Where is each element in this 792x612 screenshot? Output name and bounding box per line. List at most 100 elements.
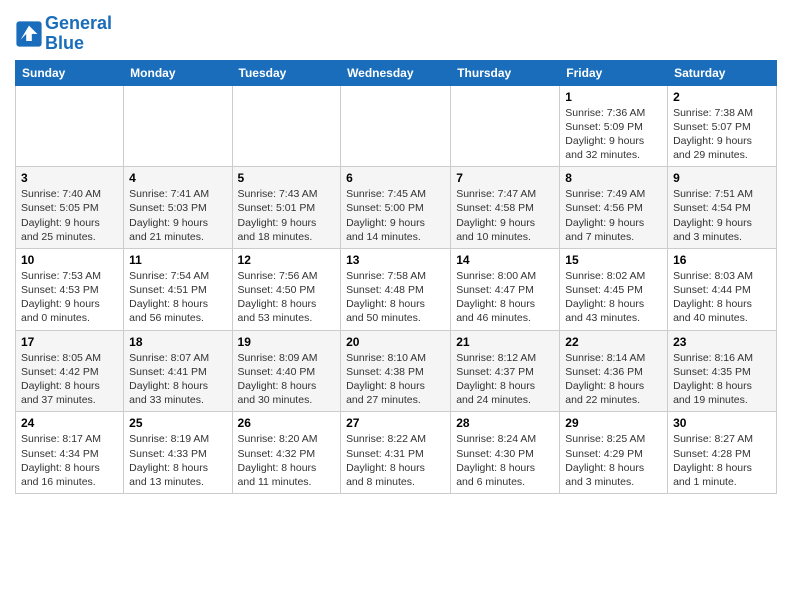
day-number: 4 [129,171,226,185]
weekday-header: Tuesday [232,60,341,85]
weekday-header: Monday [124,60,232,85]
weekday-header: Sunday [16,60,124,85]
day-number: 6 [346,171,445,185]
calendar-week-row: 1 Sunrise: 7:36 AM Sunset: 5:09 PM Daylig… [16,85,777,167]
day-info: Sunrise: 8:19 AM Sunset: 4:33 PM Dayligh… [129,432,226,489]
day-info: Sunrise: 7:43 AM Sunset: 5:01 PM Dayligh… [238,187,336,244]
day-number: 27 [346,416,445,430]
calendar-cell: 3 Sunrise: 7:40 AM Sunset: 5:05 PM Daylig… [16,167,124,249]
weekday-header: Friday [560,60,668,85]
day-number: 23 [673,335,771,349]
calendar-cell: 25 Sunrise: 8:19 AM Sunset: 4:33 PM Dayli… [124,412,232,494]
day-number: 13 [346,253,445,267]
calendar-cell: 18 Sunrise: 8:07 AM Sunset: 4:41 PM Dayli… [124,330,232,412]
logo-text: General Blue [45,14,112,54]
day-number: 16 [673,253,771,267]
day-info: Sunrise: 7:53 AM Sunset: 4:53 PM Dayligh… [21,269,118,326]
day-number: 2 [673,90,771,104]
day-number: 12 [238,253,336,267]
calendar-cell: 10 Sunrise: 7:53 AM Sunset: 4:53 PM Dayli… [16,248,124,330]
day-info: Sunrise: 7:38 AM Sunset: 5:07 PM Dayligh… [673,106,771,163]
day-number: 8 [565,171,662,185]
calendar-cell: 27 Sunrise: 8:22 AM Sunset: 4:31 PM Dayli… [341,412,451,494]
day-info: Sunrise: 8:16 AM Sunset: 4:35 PM Dayligh… [673,351,771,408]
day-info: Sunrise: 8:07 AM Sunset: 4:41 PM Dayligh… [129,351,226,408]
day-number: 9 [673,171,771,185]
calendar-table: SundayMondayTuesdayWednesdayThursdayFrid… [15,60,777,494]
day-info: Sunrise: 7:54 AM Sunset: 4:51 PM Dayligh… [129,269,226,326]
day-number: 19 [238,335,336,349]
calendar-cell: 16 Sunrise: 8:03 AM Sunset: 4:44 PM Dayli… [668,248,777,330]
day-number: 1 [565,90,662,104]
logo: General Blue [15,14,112,54]
day-info: Sunrise: 7:49 AM Sunset: 4:56 PM Dayligh… [565,187,662,244]
logo-icon [15,20,43,48]
day-info: Sunrise: 7:58 AM Sunset: 4:48 PM Dayligh… [346,269,445,326]
day-info: Sunrise: 8:02 AM Sunset: 4:45 PM Dayligh… [565,269,662,326]
day-info: Sunrise: 8:17 AM Sunset: 4:34 PM Dayligh… [21,432,118,489]
calendar-cell: 5Sunrise: 7:43 AM Sunset: 5:01 PM Daylig… [232,167,341,249]
calendar-cell: 7Sunrise: 7:47 AM Sunset: 4:58 PM Daylig… [451,167,560,249]
weekday-header: Saturday [668,60,777,85]
day-info: Sunrise: 8:05 AM Sunset: 4:42 PM Dayligh… [21,351,118,408]
calendar-week-row: 10 Sunrise: 7:53 AM Sunset: 4:53 PM Dayli… [16,248,777,330]
calendar-cell: 21 Sunrise: 8:12 AM Sunset: 4:37 PM Dayli… [451,330,560,412]
calendar-cell: 11Sunrise: 7:54 AM Sunset: 4:51 PM Dayli… [124,248,232,330]
day-number: 17 [21,335,118,349]
calendar-cell: 4 Sunrise: 7:41 AM Sunset: 5:03 PM Daylig… [124,167,232,249]
day-number: 29 [565,416,662,430]
calendar-week-row: 3 Sunrise: 7:40 AM Sunset: 5:05 PM Daylig… [16,167,777,249]
calendar-cell: 8 Sunrise: 7:49 AM Sunset: 4:56 PM Daylig… [560,167,668,249]
day-number: 18 [129,335,226,349]
day-number: 22 [565,335,662,349]
calendar-cell: 26 Sunrise: 8:20 AM Sunset: 4:32 PM Dayli… [232,412,341,494]
day-info: Sunrise: 7:36 AM Sunset: 5:09 PM Dayligh… [565,106,662,163]
day-number: 10 [21,253,118,267]
calendar-cell: 23 Sunrise: 8:16 AM Sunset: 4:35 PM Dayli… [668,330,777,412]
day-number: 26 [238,416,336,430]
day-number: 24 [21,416,118,430]
calendar-cell: 29 Sunrise: 8:25 AM Sunset: 4:29 PM Dayli… [560,412,668,494]
calendar-cell [451,85,560,167]
calendar-cell [16,85,124,167]
day-number: 3 [21,171,118,185]
day-info: Sunrise: 8:03 AM Sunset: 4:44 PM Dayligh… [673,269,771,326]
day-info: Sunrise: 8:22 AM Sunset: 4:31 PM Dayligh… [346,432,445,489]
day-info: Sunrise: 8:10 AM Sunset: 4:38 PM Dayligh… [346,351,445,408]
calendar-cell: 28 Sunrise: 8:24 AM Sunset: 4:30 PM Dayli… [451,412,560,494]
calendar-cell: 13 Sunrise: 7:58 AM Sunset: 4:48 PM Dayli… [341,248,451,330]
day-number: 20 [346,335,445,349]
calendar-cell: 24 Sunrise: 8:17 AM Sunset: 4:34 PM Dayli… [16,412,124,494]
calendar-week-row: 24 Sunrise: 8:17 AM Sunset: 4:34 PM Dayli… [16,412,777,494]
day-info: Sunrise: 8:24 AM Sunset: 4:30 PM Dayligh… [456,432,554,489]
calendar-cell: 1 Sunrise: 7:36 AM Sunset: 5:09 PM Daylig… [560,85,668,167]
calendar-header-row: SundayMondayTuesdayWednesdayThursdayFrid… [16,60,777,85]
day-info: Sunrise: 7:40 AM Sunset: 5:05 PM Dayligh… [21,187,118,244]
day-info: Sunrise: 8:14 AM Sunset: 4:36 PM Dayligh… [565,351,662,408]
weekday-header: Wednesday [341,60,451,85]
calendar-cell [124,85,232,167]
calendar-cell: 30Sunrise: 8:27 AM Sunset: 4:28 PM Dayli… [668,412,777,494]
day-number: 15 [565,253,662,267]
day-info: Sunrise: 7:51 AM Sunset: 4:54 PM Dayligh… [673,187,771,244]
day-number: 25 [129,416,226,430]
day-info: Sunrise: 8:20 AM Sunset: 4:32 PM Dayligh… [238,432,336,489]
calendar-cell: 9 Sunrise: 7:51 AM Sunset: 4:54 PM Daylig… [668,167,777,249]
calendar-cell [341,85,451,167]
weekday-header: Thursday [451,60,560,85]
calendar-cell: 6Sunrise: 7:45 AM Sunset: 5:00 PM Daylig… [341,167,451,249]
day-info: Sunrise: 8:09 AM Sunset: 4:40 PM Dayligh… [238,351,336,408]
calendar-cell: 15 Sunrise: 8:02 AM Sunset: 4:45 PM Dayli… [560,248,668,330]
day-info: Sunrise: 8:25 AM Sunset: 4:29 PM Dayligh… [565,432,662,489]
calendar-cell: 17 Sunrise: 8:05 AM Sunset: 4:42 PM Dayli… [16,330,124,412]
calendar-cell: 20 Sunrise: 8:10 AM Sunset: 4:38 PM Dayli… [341,330,451,412]
day-number: 28 [456,416,554,430]
day-number: 30 [673,416,771,430]
calendar-cell: 19 Sunrise: 8:09 AM Sunset: 4:40 PM Dayli… [232,330,341,412]
day-number: 14 [456,253,554,267]
day-info: Sunrise: 8:12 AM Sunset: 4:37 PM Dayligh… [456,351,554,408]
day-info: Sunrise: 7:56 AM Sunset: 4:50 PM Dayligh… [238,269,336,326]
calendar-cell: 12 Sunrise: 7:56 AM Sunset: 4:50 PM Dayli… [232,248,341,330]
day-number: 21 [456,335,554,349]
day-info: Sunrise: 7:41 AM Sunset: 5:03 PM Dayligh… [129,187,226,244]
